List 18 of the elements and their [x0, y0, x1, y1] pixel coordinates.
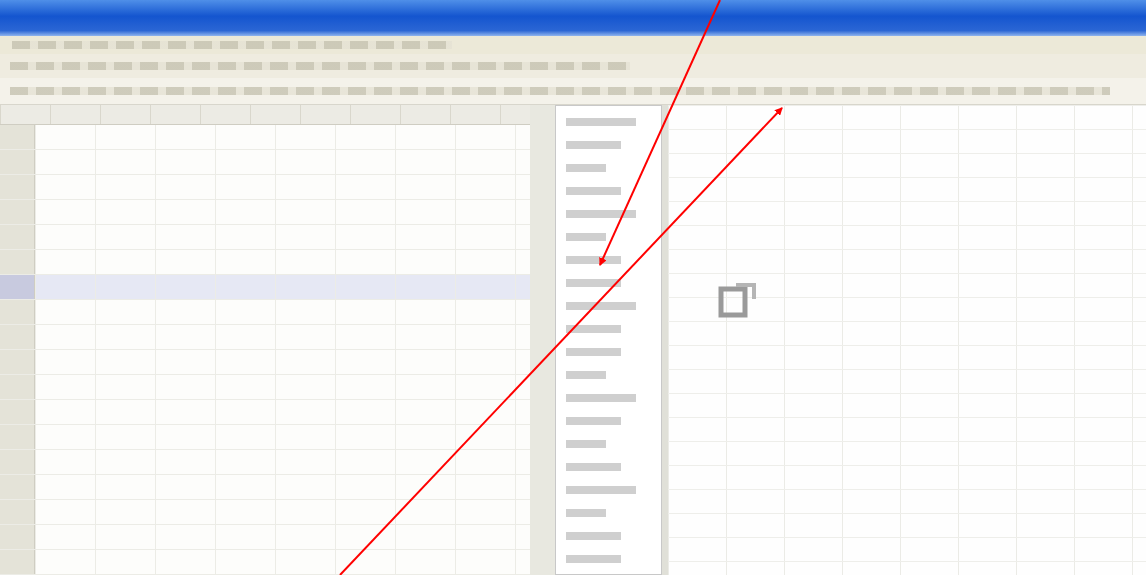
- sheet-row[interactable]: [0, 425, 530, 450]
- sheet-row[interactable]: [0, 200, 530, 225]
- sheet-row[interactable]: [0, 125, 530, 150]
- sheet-row[interactable]: [0, 450, 530, 475]
- sheet-row[interactable]: [0, 475, 530, 500]
- sheet-row[interactable]: [0, 400, 530, 425]
- sheet-row[interactable]: [0, 325, 530, 350]
- sheet-row[interactable]: [0, 225, 530, 250]
- sheet-row[interactable]: [0, 175, 530, 200]
- sheet-row[interactable]: [0, 300, 530, 325]
- sheet-row[interactable]: [0, 375, 530, 400]
- sheet-row[interactable]: [0, 500, 530, 525]
- sheet-row[interactable]: [0, 150, 530, 175]
- sheet-row[interactable]: [0, 350, 530, 375]
- sheet-row[interactable]: [0, 275, 530, 300]
- sheet-row[interactable]: [0, 525, 530, 550]
- sheet-row[interactable]: [0, 250, 530, 275]
- sheet-row[interactable]: [0, 550, 530, 575]
